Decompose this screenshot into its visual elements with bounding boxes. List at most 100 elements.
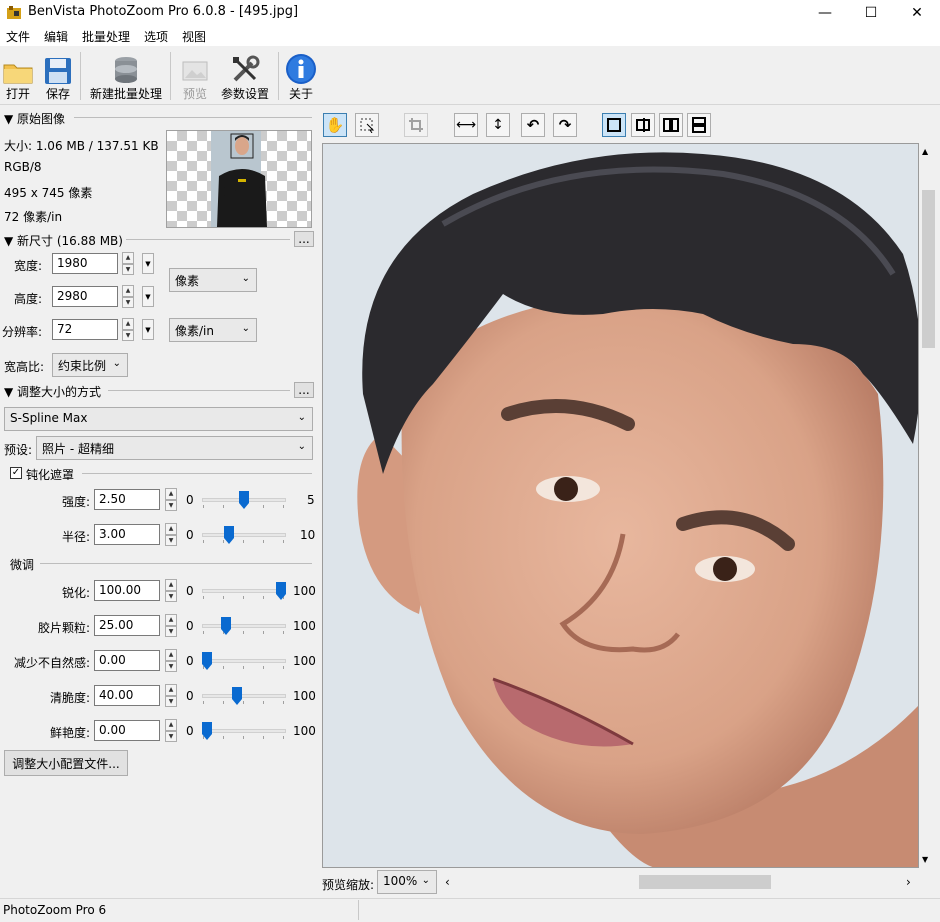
- menu-file[interactable]: 文件: [6, 28, 30, 45]
- fine-tune-spinner[interactable]: ▲ ▼: [165, 614, 177, 637]
- fine-tune-slider-thumb[interactable]: [276, 582, 286, 600]
- about-button[interactable]: 关于: [284, 50, 318, 102]
- fine-tune-spinner[interactable]: ▲ ▼: [165, 579, 177, 602]
- crop-button[interactable]: [404, 113, 428, 137]
- preset-select[interactable]: 照片 - 超精细 ⌄: [36, 436, 313, 460]
- slider-tick: [243, 736, 244, 739]
- fine-tune-input[interactable]: 0.00: [94, 720, 160, 741]
- fine-tune-max: 100: [293, 584, 316, 598]
- flip-horizontal-button[interactable]: ⟷: [454, 113, 478, 137]
- unsharp-input[interactable]: 3.00: [94, 524, 160, 545]
- save-button[interactable]: 保存: [42, 50, 74, 102]
- resolution-input[interactable]: 72: [52, 319, 118, 340]
- slider-tick: [243, 666, 244, 669]
- crop-icon: [409, 118, 423, 132]
- fine-tune-label: 减少不自然感:: [13, 656, 90, 670]
- unsharp-min: 0: [186, 493, 194, 507]
- close-button[interactable]: ✕: [894, 0, 940, 26]
- unsharp-input[interactable]: 2.50: [94, 489, 160, 510]
- select-tool-button[interactable]: [355, 113, 379, 137]
- fine-tune-max: 100: [293, 724, 316, 738]
- height-preset-button[interactable]: ▼: [142, 286, 154, 307]
- unsharp-slider-thumb[interactable]: [224, 526, 235, 544]
- unsharp-spinner[interactable]: ▲ ▼: [165, 488, 177, 511]
- toolbar-separator: [278, 52, 279, 100]
- menu-options[interactable]: 选项: [144, 28, 168, 45]
- resize-profile-button[interactable]: 调整大小配置文件...: [4, 750, 128, 776]
- preview-button[interactable]: 预览: [178, 50, 212, 102]
- fine-tune-input[interactable]: 100.00: [94, 580, 160, 601]
- menu-view[interactable]: 视图: [182, 28, 206, 45]
- fine-tune-slider-thumb[interactable]: [202, 652, 212, 670]
- new-size-more-button[interactable]: ...: [294, 231, 314, 247]
- fine-tune-slider-thumb[interactable]: [220, 617, 231, 635]
- height-spinner[interactable]: ▲ ▼: [122, 285, 134, 308]
- scroll-left-icon[interactable]: ‹: [445, 875, 450, 889]
- scroll-up-icon[interactable]: ▲: [922, 147, 928, 156]
- fine-tune-spinner[interactable]: ▲ ▼: [165, 649, 177, 672]
- width-preset-button[interactable]: ▼: [142, 253, 154, 274]
- side-by-side-view-button[interactable]: [659, 113, 683, 137]
- fine-tune-slider-track[interactable]: [202, 659, 286, 663]
- rotate-right-button[interactable]: ↷: [553, 113, 577, 137]
- fine-tune-input[interactable]: 25.00: [94, 615, 160, 636]
- unsharp-slider-thumb[interactable]: [239, 491, 249, 509]
- slider-tick: [283, 631, 284, 634]
- tools-icon: [233, 55, 260, 82]
- vertical-scroll-thumb[interactable]: [922, 190, 935, 348]
- fine-tune-slider-thumb[interactable]: [231, 687, 242, 705]
- new-batch-button[interactable]: 新建批量处理: [88, 50, 164, 102]
- slider-tick: [263, 631, 264, 634]
- height-label: 高度:: [13, 292, 42, 306]
- divider: [74, 117, 312, 118]
- unsharp-spinner[interactable]: ▲ ▼: [165, 523, 177, 546]
- width-input[interactable]: 1980: [52, 253, 118, 274]
- aspect-select[interactable]: 约束比例 ⌄: [52, 353, 128, 377]
- minimize-button[interactable]: —: [802, 0, 848, 26]
- unsharp-checkbox[interactable]: ✓: [10, 467, 22, 479]
- horizontal-scroll-thumb[interactable]: [639, 875, 771, 889]
- slider-tick: [283, 736, 284, 739]
- menu-batch[interactable]: 批量处理: [82, 28, 130, 45]
- single-view-button[interactable]: [602, 113, 626, 137]
- fine-tune-slider-thumb[interactable]: [202, 722, 212, 740]
- settings-button[interactable]: 参数设置: [218, 50, 272, 102]
- open-button[interactable]: 打开: [2, 50, 34, 102]
- fine-tune-input[interactable]: 40.00: [94, 685, 160, 706]
- fine-tune-slider-track[interactable]: [202, 589, 286, 593]
- unsharp-slider-track[interactable]: [202, 533, 286, 537]
- resolution-unit-select[interactable]: 像素/in ⌄: [169, 318, 257, 342]
- original-thumbnail[interactable]: [166, 130, 312, 228]
- menu-edit[interactable]: 编辑: [44, 28, 68, 45]
- fine-tune-slider-track[interactable]: [202, 729, 286, 733]
- fine-tune-slider-track[interactable]: [202, 624, 286, 628]
- maximize-button[interactable]: ☐: [848, 0, 894, 26]
- zoom-select[interactable]: 100% ⌄: [377, 870, 437, 894]
- side-by-side-icon: [663, 118, 679, 132]
- method-more-button[interactable]: ...: [294, 382, 314, 398]
- size-unit-select[interactable]: 像素 ⌄: [169, 268, 257, 292]
- resolution-preset-button[interactable]: ▼: [142, 319, 154, 340]
- stacked-view-button[interactable]: [687, 113, 711, 137]
- zoom-value: 100%: [383, 874, 418, 888]
- slider-tick: [223, 736, 224, 739]
- preview-canvas[interactable]: [322, 143, 919, 868]
- folder-icon: [3, 64, 33, 84]
- fine-tune-spinner[interactable]: ▲ ▼: [165, 684, 177, 707]
- flip-vertical-button[interactable]: ↕: [486, 113, 510, 137]
- fine-tune-spinner[interactable]: ▲ ▼: [165, 719, 177, 742]
- width-spinner[interactable]: ▲ ▼: [122, 252, 134, 275]
- hand-tool-button[interactable]: ✋: [323, 113, 347, 137]
- split-view-button[interactable]: [631, 113, 655, 137]
- preview-label: 预览: [182, 87, 207, 101]
- algorithm-select[interactable]: S-Spline Max ⌄: [4, 407, 313, 431]
- resolution-spinner[interactable]: ▲ ▼: [122, 318, 134, 341]
- unsharp-max: 10: [300, 528, 316, 542]
- height-input[interactable]: 2980: [52, 286, 118, 307]
- rotate-left-button[interactable]: ↶: [521, 113, 545, 137]
- fine-tune-input[interactable]: 0.00: [94, 650, 160, 671]
- fine-tune-slider-track[interactable]: [202, 694, 286, 698]
- scroll-right-icon[interactable]: ›: [906, 875, 911, 889]
- toolbar-separator: [170, 52, 171, 100]
- scroll-down-icon[interactable]: ▼: [922, 855, 928, 864]
